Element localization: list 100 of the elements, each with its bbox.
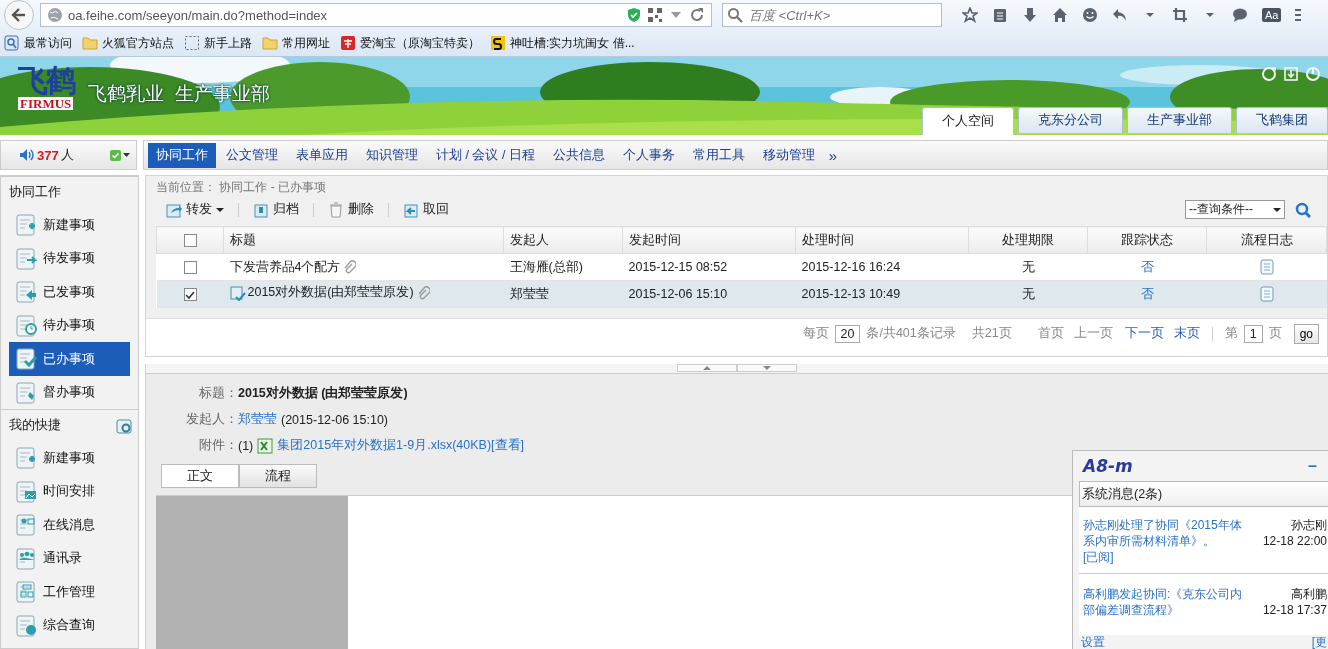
reader-view-button[interactable]: Aa (1262, 8, 1282, 22)
nav-tab[interactable]: 公共信息 (544, 142, 613, 168)
bookmark-link[interactable]: 爱淘宝（原淘宝特卖） (340, 34, 480, 52)
column-header[interactable]: 发起时间 (622, 226, 796, 254)
toolbar-button[interactable]: 取回 (399, 201, 453, 218)
sender-link[interactable]: 郑莹莹 (238, 411, 277, 428)
check-icon (185, 289, 195, 300)
nav-tab[interactable]: 公文管理 (218, 142, 286, 168)
spreadsheet-icon (257, 437, 274, 454)
table-cell: 王海雁(总部) (503, 253, 623, 281)
page-size-field[interactable]: 20 (834, 324, 861, 343)
field-label: 标题： (198, 385, 238, 402)
sidebar-item[interactable]: 督办事项 (9, 375, 130, 409)
checkbox[interactable] (183, 288, 197, 302)
table-cell: 无 (968, 253, 1088, 281)
sidebar-item[interactable]: 时间安排 (9, 474, 130, 508)
page-link[interactable]: 下一页 (1124, 325, 1164, 342)
column-header[interactable]: 跟踪状态 (1087, 226, 1207, 254)
settings-link[interactable]: 设置 (1081, 635, 1105, 649)
paperclip-icon (342, 260, 357, 274)
logo-text: 飞鹤 (18, 65, 74, 97)
column-header[interactable]: 标题 (223, 226, 504, 254)
sidebar-item[interactable]: 新建事项 (9, 441, 130, 475)
column-header[interactable]: 处理时间 (795, 226, 969, 254)
page-number-field[interactable]: 1 (1243, 324, 1263, 343)
url-text: oa.feihe.com/seeyon/main.do?method=index (68, 7, 329, 23)
column-header[interactable]: 发起人 (503, 226, 623, 254)
nav-tab[interactable]: 常用工具 (684, 142, 753, 168)
clipboard-clock-icon (15, 312, 39, 338)
table-cell: 郑莹莹 (503, 280, 623, 308)
power-icon (1306, 67, 1320, 81)
nav-tab[interactable]: 计划 / 会议 / 日程 (428, 142, 543, 168)
sidebar-item[interactable]: 工作管理 (9, 575, 130, 609)
sidebar-item[interactable]: 已发事项 (9, 275, 130, 309)
attachment-link[interactable]: 集团2015年对外数据1-9月.xlsx(40KB) (277, 437, 492, 454)
table-cell: 2015对外数据(由郑莹莹原发) (247, 284, 414, 302)
tracking-link[interactable]: 否 (1140, 286, 1154, 301)
collapse-down-handle[interactable] (737, 364, 797, 372)
bookmark-link[interactable]: 新手上路 (184, 34, 252, 52)
status-menu[interactable] (109, 147, 130, 163)
space-tab[interactable]: 生产事业部 (1127, 107, 1232, 133)
column-header[interactable]: 流程日志 (1206, 226, 1327, 254)
space-tab[interactable]: 个人空间 (922, 107, 1014, 135)
nav-tab[interactable]: 移动管理 (754, 142, 823, 168)
message-link[interactable]: 孙志刚处理了协同《2015年体系内审所需材料清单》。 (1083, 517, 1248, 549)
column-header[interactable]: 处理期限 (968, 226, 1088, 254)
bookmark-link[interactable]: 火狐官方站点 (82, 34, 174, 52)
shield-icon (626, 7, 642, 23)
nav-tab[interactable]: 协同工作 (148, 142, 216, 168)
folder-icon (262, 35, 278, 51)
crop-icon (1172, 7, 1188, 23)
toolbar-button[interactable]: 转发 (162, 201, 228, 218)
bookmark-link[interactable]: 神吐槽:实力坑闺女 借... (490, 34, 635, 52)
nav-tab[interactable]: 知识管理 (358, 142, 426, 168)
chat-icon (1232, 7, 1248, 23)
toolbar-button[interactable]: 删除 (324, 201, 378, 218)
page-link[interactable]: 末页 (1173, 325, 1200, 342)
tracking-link[interactable]: 否 (1140, 259, 1154, 274)
more-tabs-button[interactable]: » (824, 146, 842, 164)
checkbox[interactable] (183, 234, 197, 248)
go-button[interactable]: go (1293, 323, 1319, 344)
bookmark-link[interactable]: 最常访问 (4, 34, 72, 52)
sidebar-item[interactable]: 在线消息 (9, 508, 130, 542)
toolbar-button[interactable]: 归档 (249, 201, 303, 218)
content-tab[interactable]: 正文 (161, 464, 239, 488)
table-cell: 2015-12-15 08:52 (622, 253, 796, 281)
minimize-button[interactable]: – (1302, 456, 1323, 476)
clipboard-arrow-icon (15, 245, 39, 271)
back-button[interactable] (4, 0, 34, 30)
bookmark-link[interactable]: 常用网址 (262, 34, 330, 52)
query-select[interactable]: --查询条件-- (1185, 200, 1285, 219)
back-arrow-icon (11, 7, 27, 23)
nav-tab[interactable]: 个人事务 (614, 142, 683, 168)
settings-button[interactable] (116, 417, 132, 434)
checkbox[interactable] (183, 261, 197, 275)
site-title: 飞鹤乳业 生产事业部 (88, 82, 270, 106)
address-bar[interactable]: oa.feihe.com/seeyon/main.do?method=index (40, 3, 712, 27)
message-time: 12-18 22:00 (1262, 533, 1327, 549)
sidebar-item[interactable]: 已办事项 (9, 342, 130, 376)
log-icon (1259, 259, 1274, 275)
view-link[interactable]: [查看] (491, 437, 524, 454)
nav-tab[interactable]: 表单应用 (288, 142, 356, 168)
content-tab[interactable]: 流程 (239, 464, 317, 488)
field-label: 发起人： (185, 411, 238, 428)
archive-icon (253, 201, 269, 218)
space-tab[interactable]: 飞鹤集团 (1236, 107, 1328, 133)
space-tab[interactable]: 克东分公司 (1018, 107, 1123, 133)
sidebar-item[interactable]: 通讯录 (9, 541, 130, 575)
undo-icon (1112, 7, 1128, 23)
message-link[interactable]: 高利鹏发起协同:《克东公司内部偏差调查流程》 (1083, 586, 1248, 618)
brand-logo: A8-m (1083, 456, 1133, 476)
clipboard-icon (992, 7, 1008, 23)
more-link[interactable]: [更 (1311, 635, 1327, 649)
collapse-up-handle[interactable] (677, 364, 737, 372)
table-cell: 2015-12-16 16:24 (795, 253, 969, 281)
sidebar-item[interactable]: 待发事项 (9, 241, 130, 275)
sidebar-item[interactable]: 综合查询 (9, 608, 130, 642)
sidebar-item[interactable]: 新建事项 (9, 208, 130, 242)
search-field[interactable]: 百度 <Ctrl+K> (722, 3, 942, 27)
sidebar-item[interactable]: 待办事项 (9, 308, 130, 342)
